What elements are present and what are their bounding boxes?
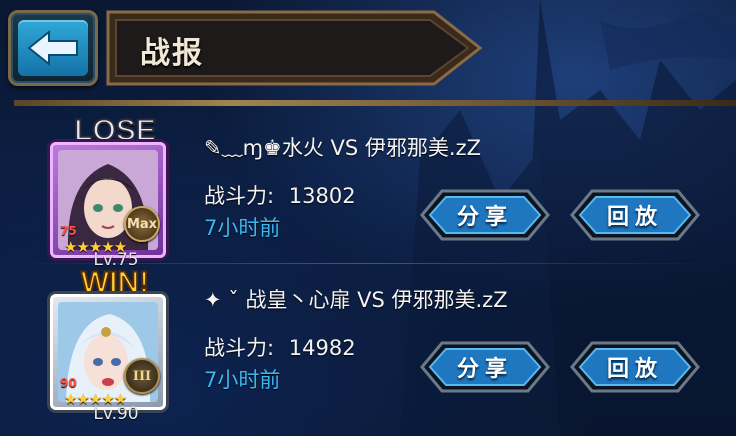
replay-button-label: 回放 <box>606 205 663 230</box>
battle-power-value: 14982 <box>288 336 356 360</box>
hero-avatar[interactable]: 90 III ★★★★★ <box>50 294 166 410</box>
hero-avatar[interactable]: 75 Max ★★★★★ <box>50 142 166 258</box>
share-button-label: 分享 <box>456 357 513 382</box>
back-arrow-icon <box>18 20 88 76</box>
replay-button[interactable]: 回放 <box>570 188 700 242</box>
hero-level: Lv.90 <box>93 404 139 424</box>
replay-button-label: 回放 <box>606 357 663 382</box>
star-level: 75 <box>60 224 77 238</box>
title-bar: 战报 <box>104 6 484 90</box>
share-button-label: 分享 <box>456 205 513 230</box>
star-level: 90 <box>60 376 77 390</box>
battle-time: 7小时前 <box>204 216 281 240</box>
battle-time: 7小时前 <box>204 368 281 392</box>
battle-power-label: 战斗力: <box>204 336 275 360</box>
battle-entry: LOSE 75 Max ★★★★★ Lv.75 ✎﹏ɱ♚水火 VS 伊邪那美.z… <box>0 112 736 272</box>
battle-power-label: 战斗力: <box>204 184 275 208</box>
match-title: ✎﹏ɱ♚水火 VS 伊邪那美.zZ <box>204 136 482 160</box>
back-button[interactable] <box>8 10 98 86</box>
battle-power: 战斗力: 13802 <box>204 180 356 210</box>
header-divider <box>14 100 736 106</box>
max-badge: Max <box>124 206 160 242</box>
match-title: ✦ ˇ 战皇丶心扉 VS 伊邪那美.zZ <box>204 288 508 312</box>
row-divider <box>10 263 710 264</box>
rank-badge: III <box>124 358 160 394</box>
battle-entry: WIN! 90 III ★★★★★ Lv.90 ✦ ˇ 战皇丶心扉 VS 伊邪那… <box>0 265 736 430</box>
share-button[interactable]: 分享 <box>420 188 550 242</box>
share-button[interactable]: 分享 <box>420 340 550 394</box>
battle-power-value: 13802 <box>288 184 356 208</box>
page-title: 战报 <box>140 36 204 71</box>
battle-power: 战斗力: 14982 <box>204 332 356 362</box>
replay-button[interactable]: 回放 <box>570 340 700 394</box>
